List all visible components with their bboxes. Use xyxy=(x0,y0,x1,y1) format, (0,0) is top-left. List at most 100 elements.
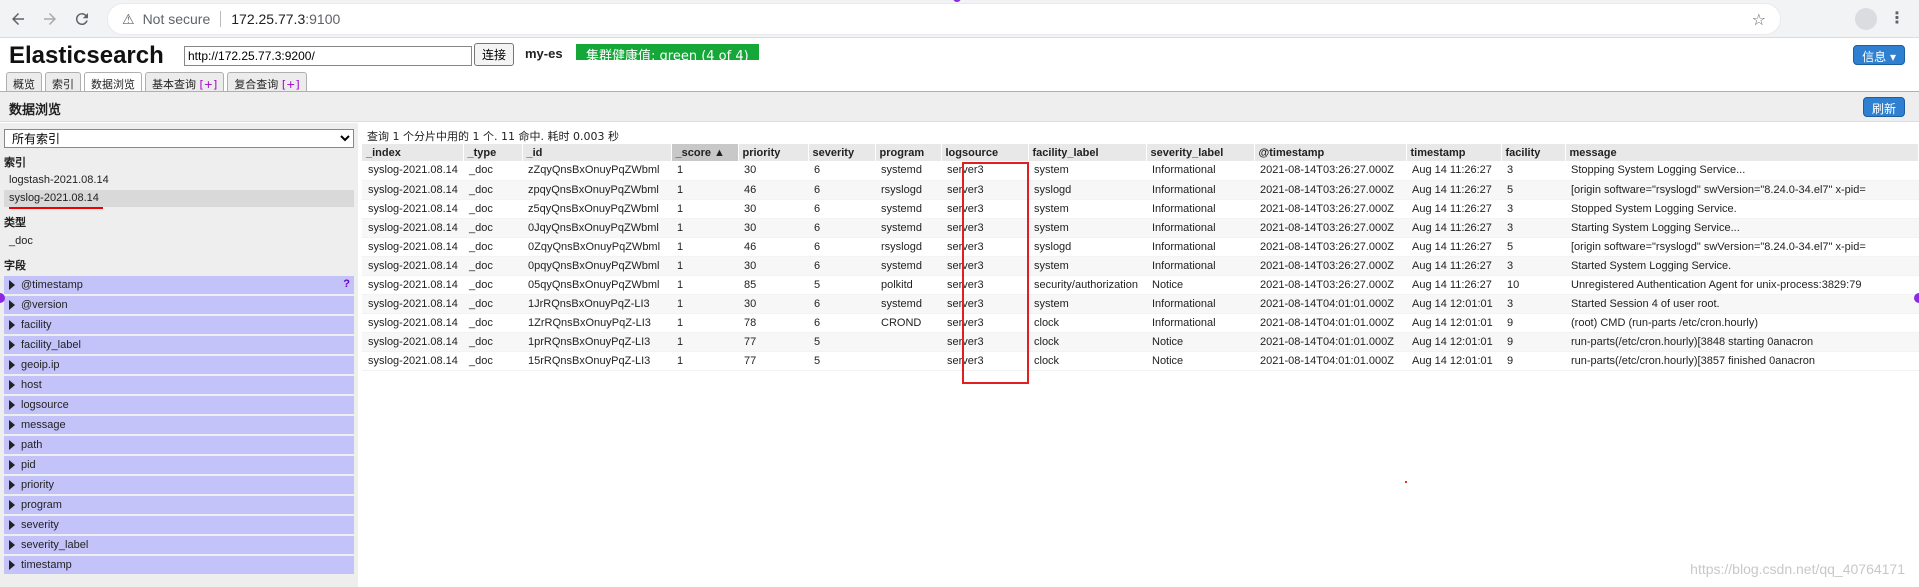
expand-triangle-icon[interactable] xyxy=(9,440,15,450)
connection-url-input[interactable] xyxy=(184,46,472,66)
table-row[interactable]: syslog-2021.08.14 _doc 0JqyQnsBxOnuyPqZWbm… xyxy=(362,218,1919,238)
connect-button[interactable]: 连接 xyxy=(474,43,514,66)
back-icon[interactable] xyxy=(4,5,32,33)
help-icon[interactable]: ? xyxy=(343,278,350,290)
column-header[interactable]: _id xyxy=(522,144,672,161)
table-cell: 2021-08-14T03:26:27.000Z xyxy=(1254,237,1406,257)
table-cell: syslog-2021.08.14 xyxy=(362,161,463,181)
forward-icon[interactable] xyxy=(36,5,64,33)
field-row[interactable]: timestamp xyxy=(4,556,354,574)
field-row[interactable]: facility_label xyxy=(4,336,354,354)
field-row[interactable]: priority xyxy=(4,476,354,494)
table-cell: 9 xyxy=(1501,351,1565,371)
column-header[interactable]: message xyxy=(1565,144,1919,161)
url-port: :9100 xyxy=(305,11,341,27)
expand-triangle-icon[interactable] xyxy=(9,460,15,470)
expand-triangle-icon[interactable] xyxy=(9,380,15,390)
expand-triangle-icon[interactable] xyxy=(9,420,15,430)
field-row[interactable]: @version xyxy=(4,296,354,314)
tab-basic-query[interactable]: 基本查询 [+] xyxy=(145,72,225,92)
field-row[interactable]: severity_label xyxy=(4,536,354,554)
table-cell: 77 xyxy=(738,351,808,371)
field-label: severity_label xyxy=(21,539,89,551)
column-header[interactable]: priority xyxy=(738,144,809,161)
column-header[interactable]: timestamp xyxy=(1406,144,1502,161)
table-row[interactable]: syslog-2021.08.14 _doc z5qyQnsBxOnuyPqZWbm… xyxy=(362,199,1919,219)
field-row[interactable]: facility xyxy=(4,316,354,334)
address-bar[interactable]: ⚠ Not secure 172.25.77.3:9100 ☆ xyxy=(108,4,1780,34)
table-cell xyxy=(875,332,941,352)
column-header[interactable]: facility_label xyxy=(1028,144,1147,161)
expand-triangle-icon[interactable] xyxy=(9,400,15,410)
table-row[interactable]: syslog-2021.08.14 _doc 05qyQnsBxOnuyPqZWbm… xyxy=(362,275,1919,295)
table-cell: Notice xyxy=(1146,332,1254,352)
table-cell: 6 xyxy=(808,313,875,333)
sidebar-item-index[interactable]: logstash-2021.08.14 xyxy=(4,172,354,189)
field-row[interactable]: program xyxy=(4,496,354,514)
table-row[interactable]: syslog-2021.08.14 _doc 1JrRQnsBxOnuyPqZ-LI… xyxy=(362,294,1919,314)
field-row[interactable]: geoip.ip xyxy=(4,356,354,374)
column-header[interactable]: @timestamp xyxy=(1254,144,1407,161)
table-cell: Aug 14 12:01:01 xyxy=(1406,351,1501,371)
table-cell: syslog-2021.08.14 xyxy=(362,275,463,295)
table-row[interactable]: syslog-2021.08.14 _doc 1prRQnsBxOnuyPqZ-LI… xyxy=(362,332,1919,352)
field-row[interactable]: @timestamp? xyxy=(4,276,354,294)
expand-triangle-icon[interactable] xyxy=(9,540,15,550)
watermark: https://blog.csdn.net/qq_40764171 xyxy=(1690,561,1905,577)
expand-triangle-icon[interactable] xyxy=(9,320,15,330)
field-row[interactable]: message xyxy=(4,416,354,434)
field-row[interactable]: logsource xyxy=(4,396,354,414)
field-label: path xyxy=(21,439,43,451)
tab-compound-query[interactable]: 复合查询 [+] xyxy=(227,72,307,92)
table-row[interactable]: syslog-2021.08.14 _doc zZqyQnsBxOnuyPqZWbm… xyxy=(362,161,1919,181)
expand-triangle-icon[interactable] xyxy=(9,560,15,570)
table-cell: Informational xyxy=(1146,313,1254,333)
table-cell: Informational xyxy=(1146,237,1254,257)
table-row[interactable]: syslog-2021.08.14 _doc 15rRQnsBxOnuyPqZ-LI… xyxy=(362,351,1919,371)
results-table: _index _type _id _score ▲ priority severity pr… xyxy=(362,144,1919,371)
field-row[interactable]: host xyxy=(4,376,354,394)
expand-triangle-icon[interactable] xyxy=(9,360,15,370)
table-row[interactable]: syslog-2021.08.14 _doc 1ZrRQnsBxOnuyPqZ-LI… xyxy=(362,313,1919,333)
column-header[interactable]: _score ▲ xyxy=(671,144,739,161)
field-row[interactable]: path xyxy=(4,436,354,454)
table-cell: 30 xyxy=(738,218,808,238)
expand-triangle-icon[interactable] xyxy=(9,520,15,530)
field-row[interactable]: severity xyxy=(4,516,354,534)
tab-overview[interactable]: 概览 xyxy=(6,72,42,92)
annotation-highlight-box xyxy=(962,162,1029,384)
table-cell: 30 xyxy=(738,256,808,276)
expand-triangle-icon[interactable] xyxy=(9,500,15,510)
column-header[interactable]: severity_label xyxy=(1146,144,1255,161)
column-header[interactable]: program xyxy=(875,144,942,161)
tab-label: 数据浏览 xyxy=(91,78,135,91)
tab-browser[interactable]: 数据浏览 xyxy=(84,72,142,92)
table-row[interactable]: syslog-2021.08.14 _doc 0ZqyQnsBxOnuyPqZWbm… xyxy=(362,237,1919,257)
refresh-button[interactable]: 刷新 xyxy=(1862,97,1905,117)
info-dropdown-button[interactable]: 信息 ▾ xyxy=(1853,45,1905,65)
index-select[interactable]: 所有索引 xyxy=(4,129,354,148)
column-header[interactable]: logsource xyxy=(941,144,1029,161)
expand-triangle-icon[interactable] xyxy=(9,300,15,310)
table-cell: 6 xyxy=(808,218,875,238)
bookmark-star-icon[interactable]: ☆ xyxy=(1752,10,1766,30)
expand-triangle-icon[interactable] xyxy=(9,280,15,290)
column-header[interactable]: _type xyxy=(463,144,523,161)
reload-icon[interactable] xyxy=(68,5,96,33)
table-row[interactable]: syslog-2021.08.14 _doc zpqyQnsBxOnuyPqZWbm… xyxy=(362,180,1919,200)
table-cell: Starting System Logging Service... xyxy=(1565,218,1919,238)
sidebar-item-type[interactable]: _doc xyxy=(4,233,354,250)
column-header[interactable]: severity xyxy=(808,144,876,161)
field-row[interactable]: pid xyxy=(4,456,354,474)
expand-triangle-icon[interactable] xyxy=(9,340,15,350)
expand-triangle-icon[interactable] xyxy=(9,480,15,490)
field-label: program xyxy=(21,499,62,511)
table-cell: Informational xyxy=(1146,199,1254,219)
column-header[interactable]: facility xyxy=(1501,144,1566,161)
browser-menu-icon[interactable]: ⋮ xyxy=(1889,8,1905,28)
tab-indices[interactable]: 索引 xyxy=(45,72,81,92)
sidebar-item-index[interactable]: syslog-2021.08.14 xyxy=(4,190,354,207)
profile-avatar-icon[interactable] xyxy=(1855,8,1877,30)
table-row[interactable]: syslog-2021.08.14 _doc 0pqyQnsBxOnuyPqZWbm… xyxy=(362,256,1919,276)
column-header[interactable]: _index xyxy=(362,144,464,161)
